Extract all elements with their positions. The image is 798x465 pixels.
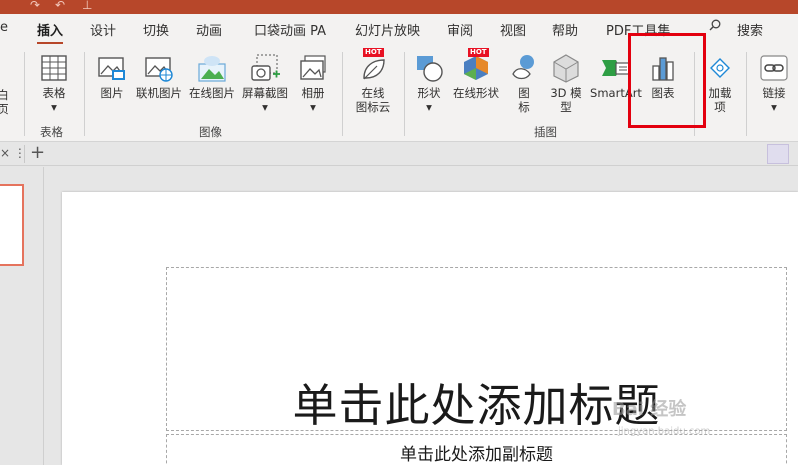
online-image-button[interactable]: 在线图片	[186, 50, 238, 120]
title-placeholder[interactable]: 单击此处添加标题	[166, 267, 787, 432]
group-label-table: 表格	[40, 125, 63, 139]
tab-home-partial[interactable]: e	[0, 20, 8, 35]
picture-button[interactable]: 图片	[94, 50, 130, 120]
picture-icon	[98, 57, 125, 80]
screenshot-icon	[251, 54, 280, 81]
group-separator	[84, 52, 85, 136]
addins-icon	[710, 58, 730, 78]
shapes-icon	[417, 56, 443, 82]
chevron-down-icon: ▾	[51, 100, 57, 114]
picture-label: 图片	[100, 86, 124, 100]
designer-icon[interactable]	[767, 144, 789, 164]
tab-design[interactable]: 设计	[90, 20, 116, 39]
table-icon	[41, 55, 67, 81]
chevron-down-icon: ▾	[426, 100, 432, 114]
album-label: 相册	[301, 86, 325, 100]
group-separator	[24, 52, 25, 136]
3d-model-label-2: 型	[560, 100, 572, 114]
tab-help[interactable]: 帮助	[552, 20, 578, 39]
addins-label-1: 加载	[708, 86, 732, 100]
tab-animations[interactable]: 动画	[196, 20, 222, 39]
tab-transitions[interactable]: 切换	[143, 20, 169, 39]
redo-icon[interactable]: ↷	[30, 0, 40, 12]
album-button[interactable]: 相册 ▾	[294, 50, 332, 120]
chevron-down-icon: ▾	[771, 100, 777, 114]
slide-canvas[interactable]: 单击此处添加标题 单击此处添加副标题	[62, 192, 798, 465]
link-label: 链接	[762, 86, 786, 100]
chevron-down-icon: ▾	[310, 100, 316, 114]
link-icon	[760, 55, 788, 81]
watermark-url: jingyan.baidu.com	[618, 426, 711, 437]
tab-insert[interactable]: 插入	[37, 20, 64, 45]
screenshot-label: 屏幕截图	[242, 86, 288, 100]
icons-label-1: 图	[518, 86, 530, 100]
tab-view[interactable]: 视图	[500, 20, 526, 39]
hot-badge: HOT	[363, 48, 384, 57]
group-label-images: 图像	[199, 125, 222, 139]
search-icon[interactable]	[709, 19, 721, 31]
online-image-label: 在线图片	[189, 86, 235, 100]
title-bar: ↷ ↶ ⊥	[0, 0, 798, 14]
slide-thumbnail-pane	[0, 167, 44, 465]
section-bar: × ⋮ +	[0, 142, 798, 166]
tab-review[interactable]: 审阅	[447, 20, 473, 39]
icons-label-2: 标	[518, 100, 530, 114]
group-separator	[404, 52, 405, 136]
icons-icon	[512, 55, 534, 80]
addins-button[interactable]: 加载 项	[700, 50, 740, 120]
divider	[24, 145, 25, 163]
new-slide-label-1: 白	[0, 88, 9, 102]
watermark-logo: Bai 经验	[612, 399, 687, 420]
add-section-icon[interactable]: +	[30, 142, 45, 163]
table-button[interactable]: 表格 ▾	[34, 50, 74, 120]
table-label: 表格	[42, 86, 66, 100]
title-placeholder-text: 单击此处添加标题	[292, 379, 661, 432]
group-separator	[746, 52, 747, 136]
screenshot-button[interactable]: 屏幕截图 ▾	[240, 50, 290, 120]
addins-label-2: 项	[714, 100, 726, 114]
search-tab[interactable]: 搜索	[737, 20, 763, 39]
cloud-picture-icon	[198, 56, 226, 82]
shapes-label: 形状	[417, 86, 441, 100]
icon-cloud-label-2: 图标云	[355, 100, 391, 114]
online-shapes-label: 在线形状	[453, 86, 499, 100]
slide-thumbnail[interactable]	[0, 184, 24, 266]
tab-slideshow[interactable]: 幻灯片放映	[355, 20, 420, 39]
close-icon[interactable]: × ⋮	[0, 146, 26, 160]
online-shapes-button[interactable]: HOT 在线形状	[450, 48, 502, 120]
3d-model-button[interactable]: 3D 模 型	[544, 50, 588, 120]
undo-icon[interactable]: ↶	[55, 0, 65, 12]
online-picture-label: 联机图片	[136, 86, 182, 100]
shapes-button[interactable]: 形状 ▾	[410, 50, 448, 120]
chevron-down-icon: ▾	[262, 100, 268, 114]
group-label-illustrations: 插图	[534, 125, 557, 139]
icon-cloud-label-1: 在线	[361, 86, 385, 100]
icons-button[interactable]: 图 标	[506, 50, 542, 120]
hot-badge: HOT	[468, 48, 489, 57]
online-picture-button[interactable]: 联机图片	[134, 50, 184, 120]
quick-access-icon[interactable]: ⊥	[82, 0, 92, 12]
new-slide-label-2: 页	[0, 102, 9, 116]
album-icon	[300, 55, 326, 80]
subtitle-placeholder-text: 单击此处添加副标题	[400, 445, 553, 465]
chart-highlight-box	[628, 33, 706, 128]
group-separator	[342, 52, 343, 136]
cube-icon	[553, 54, 579, 83]
tab-pocket-animation[interactable]: 口袋动画 PA	[254, 20, 326, 39]
online-picture-icon	[145, 57, 173, 82]
icon-cloud-button[interactable]: HOT 在线 图标云	[350, 48, 396, 120]
3d-model-label-1: 3D 模	[550, 86, 582, 100]
link-button[interactable]: 链接 ▾	[754, 50, 794, 120]
subtitle-placeholder[interactable]: 单击此处添加副标题	[166, 434, 787, 465]
new-slide-partial-button[interactable]: 白 页	[0, 50, 14, 120]
